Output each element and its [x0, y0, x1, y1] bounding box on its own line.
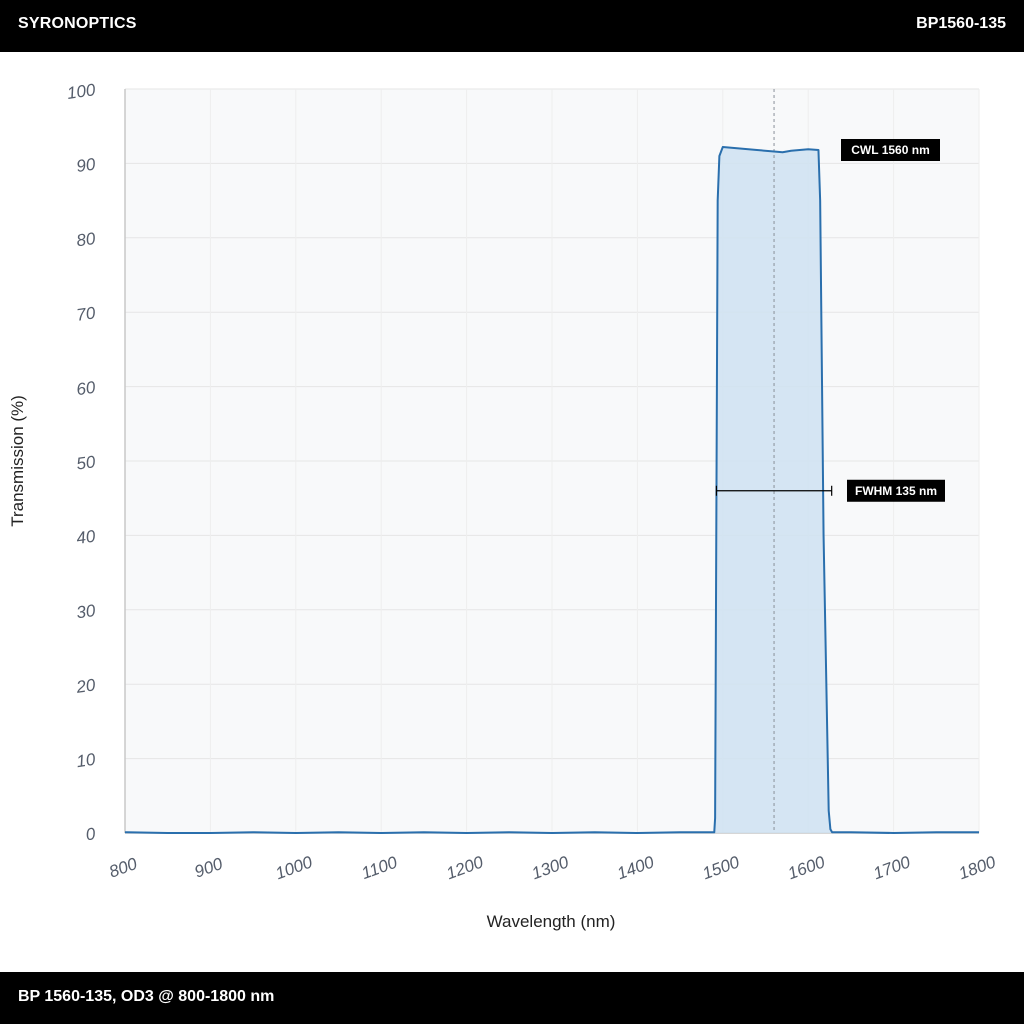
filter-spec: BP 1560-135, OD3 @ 800-1800 nm: [18, 988, 275, 1005]
y-tick-label: 50: [75, 452, 97, 474]
x-tick-label: 1000: [273, 852, 316, 883]
x-tick-label: 1300: [529, 852, 572, 883]
y-tick-label: 90: [75, 154, 97, 176]
x-tick-label: 800: [107, 854, 141, 882]
y-axis-label: Transmission (%): [8, 395, 27, 527]
cwl-label: CWL 1560 nm: [851, 143, 929, 157]
header-bar: SYRONOPTICS BP1560-135: [0, 0, 1024, 52]
y-tick-label: 60: [75, 378, 97, 400]
y-tick-label: 10: [75, 750, 97, 772]
y-tick-labels: 0 10 20 30 40 50 60 70 80 90 100: [66, 80, 97, 844]
y-tick-label: 30: [75, 601, 97, 623]
x-tick-label: 900: [192, 854, 226, 882]
footer-bar: BP 1560-135, OD3 @ 800-1800 nm: [0, 972, 1024, 1024]
x-axis-label: Wavelength (nm): [487, 912, 616, 931]
part-number: BP1560-135: [916, 15, 1006, 32]
x-tick-label: 1500: [700, 852, 743, 883]
x-tick-label: 1200: [444, 852, 487, 883]
x-tick-labels: 800 900 1000 1100 1200 1300 1400 1500 1600 1700 18…: [107, 852, 999, 883]
y-tick-label: 20: [74, 675, 97, 697]
fwhm-label: FWHM 135 nm: [855, 484, 937, 498]
y-tick-label: 0: [85, 824, 98, 844]
x-tick-label: 1700: [871, 852, 914, 883]
x-tick-label: 1800: [956, 852, 999, 883]
x-tick-label: 1600: [785, 852, 828, 883]
x-tick-label: 1400: [614, 852, 657, 883]
x-tick-label: 1100: [359, 852, 400, 883]
y-tick-label: 100: [66, 80, 97, 103]
transmission-chart: CWL 1560 nm FWHM 135 nm 800 900 1000 1100 12…: [8, 80, 999, 931]
fwhm-annotation: FWHM 135 nm: [847, 479, 945, 502]
y-tick-label: 40: [75, 526, 97, 548]
y-tick-label: 70: [75, 303, 97, 325]
brand-name: SYRONOPTICS: [18, 15, 137, 32]
y-tick-label: 80: [75, 229, 97, 251]
cwl-annotation: CWL 1560 nm: [841, 139, 940, 161]
